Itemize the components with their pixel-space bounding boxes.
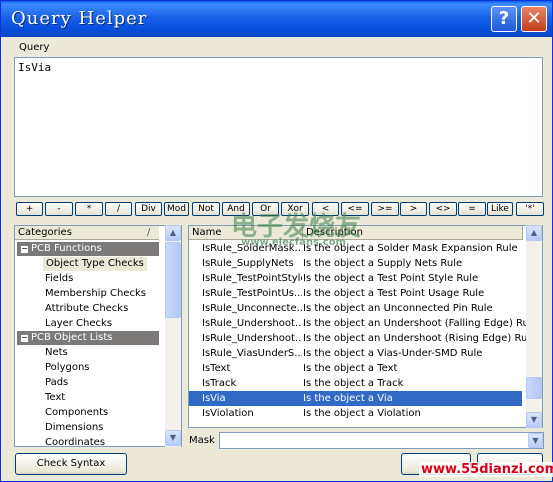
row-name: IsRule_TestPointStyle [202, 273, 302, 284]
query-editor[interactable]: IsVia [14, 57, 543, 197]
watermark-bottom-url: www.55dianzi.com [419, 462, 553, 477]
list-row[interactable]: IsRule_SolderMask... Is the object a Sold… [189, 241, 522, 256]
operator-button[interactable]: > [400, 202, 427, 216]
list-row[interactable]: IsViolation Is the object a Violation [189, 406, 522, 421]
function-list[interactable]: Name Description IsRule_SolderMask... Is … [188, 225, 543, 428]
row-description: Is the object a Text [303, 363, 398, 374]
collapse-icon[interactable]: − [20, 334, 29, 343]
categories-tree[interactable]: Categories / − PCB Functions Object Type … [14, 225, 182, 447]
operator-button[interactable]: + [16, 202, 43, 216]
category-dimensions[interactable]: Dimensions [45, 421, 103, 435]
category-layer-checks[interactable]: Layer Checks [45, 317, 112, 331]
operator-button[interactable]: Like [487, 202, 513, 216]
category-text[interactable]: Text [45, 391, 65, 405]
row-description: Is the object a Via [303, 393, 393, 404]
row-description: Is the object a Track [303, 378, 404, 389]
list-row[interactable]: IsTrack Is the object a Track [189, 376, 522, 391]
operator-button[interactable]: / [105, 202, 132, 216]
category-object-type-checks[interactable]: Object Type Checks [43, 257, 147, 271]
row-description: Is the object an Undershoot (Falling Edg… [303, 318, 538, 329]
scroll-thumb[interactable] [526, 377, 542, 399]
row-name: IsVia [202, 393, 226, 404]
scroll-down-icon[interactable]: ▼ [526, 412, 542, 428]
row-description: Is the object a Test Point Style Rule [303, 273, 479, 284]
row-name: IsTrack [202, 378, 237, 389]
category-components[interactable]: Components [45, 406, 108, 420]
scroll-up-icon[interactable]: ▲ [526, 225, 542, 241]
query-text: IsVia [18, 61, 52, 74]
row-name: IsRule_Unconnecte... [202, 303, 302, 314]
row-name: IsRule_ViasUnderS... [202, 348, 302, 359]
category-membership-checks[interactable]: Membership Checks [45, 287, 146, 301]
row-name: IsRule_Undershoot... [202, 318, 302, 329]
row-name: IsViolation [202, 408, 254, 419]
window-title: Query Helper [11, 8, 148, 29]
operator-button[interactable]: = [458, 202, 486, 216]
mask-label: Mask [189, 435, 215, 446]
operator-button[interactable]: * [75, 202, 103, 216]
scroll-down-icon[interactable]: ▼ [165, 430, 181, 446]
row-name: IsText [202, 363, 231, 374]
categories-header: Categories / [15, 226, 159, 240]
scroll-thumb[interactable] [165, 242, 181, 318]
operator-button[interactable]: <> [429, 202, 457, 216]
operator-button[interactable]: Not [192, 202, 220, 216]
query-helper-window: Query Helper ? ✕ Query IsVia + - * / Div Mod N… [0, 0, 553, 482]
row-description: Is the object an Unconnected Pin Rule [303, 303, 493, 314]
row-description: Is the object a Vias-Under-SMD Rule [303, 348, 483, 359]
check-syntax-button[interactable]: Check Syntax [15, 453, 127, 475]
operator-button[interactable]: >= [371, 202, 399, 216]
list-row[interactable]: IsRule_Unconnecte... Is the object an Unc… [189, 301, 522, 316]
row-name: IsRule_SupplyNets [202, 258, 294, 269]
category-pads[interactable]: Pads [45, 376, 68, 390]
row-name: IsRule_Undershoot... [202, 333, 302, 344]
list-row[interactable]: IsText Is the object a Text [189, 361, 522, 376]
categories-scrollbar[interactable]: ▲ ▼ [165, 225, 181, 447]
collapse-icon[interactable]: − [20, 245, 29, 254]
close-button[interactable]: ✕ [521, 6, 547, 32]
row-name: IsRule_TestPointUs... [202, 288, 302, 299]
list-row[interactable]: IsRule_Undershoot... Is the object an Und… [189, 316, 538, 331]
list-row[interactable]: IsRule_TestPointStyle Is the object a Tes… [189, 271, 522, 286]
scroll-up-icon[interactable]: ▲ [165, 225, 181, 241]
list-row[interactable]: IsRule_Undershoot... Is the object an Und… [189, 331, 536, 346]
category-group-pcb-functions[interactable]: − PCB Functions [17, 242, 159, 256]
chevron-down-icon[interactable]: ▼ [528, 433, 543, 448]
help-button[interactable]: ? [491, 6, 517, 32]
mask-combo[interactable]: ▼ [219, 432, 544, 449]
operator-button[interactable]: Mod [164, 202, 189, 216]
row-description: Is the object a Violation [303, 408, 421, 419]
list-row[interactable]: IsVia Is the object a Via [189, 391, 522, 406]
category-attribute-checks[interactable]: Attribute Checks [45, 302, 128, 316]
category-coordinates[interactable]: Coordinates [45, 436, 105, 446]
operator-button[interactable]: - [45, 202, 73, 216]
row-description: Is the object a Supply Nets Rule [303, 258, 463, 269]
query-label: Query [19, 42, 50, 53]
list-row[interactable]: IsRule_ViasUnderS... Is the object a Vias… [189, 346, 522, 361]
watermark-top-url: www.elecfans.com [241, 237, 346, 248]
operator-button[interactable]: '*' [516, 202, 544, 216]
operator-button[interactable]: Div [135, 202, 162, 216]
list-scrollbar[interactable]: ▲ ▼ [526, 225, 542, 428]
row-description: Is the object a Test Point Usage Rule [303, 288, 485, 299]
list-row[interactable]: IsRule_SupplyNets Is the object a Supply … [189, 256, 522, 271]
title-bar[interactable]: Query Helper ? ✕ [1, 1, 552, 37]
category-fields[interactable]: Fields [45, 272, 73, 286]
row-description: Is the object an Undershoot (Rising Edge… [303, 333, 537, 344]
category-nets[interactable]: Nets [45, 346, 68, 360]
list-row[interactable]: IsRule_TestPointUs... Is the object a Tes… [189, 286, 522, 301]
category-polygons[interactable]: Polygons [45, 361, 90, 375]
category-group-pcb-object-lists[interactable]: − PCB Object Lists [17, 331, 159, 345]
